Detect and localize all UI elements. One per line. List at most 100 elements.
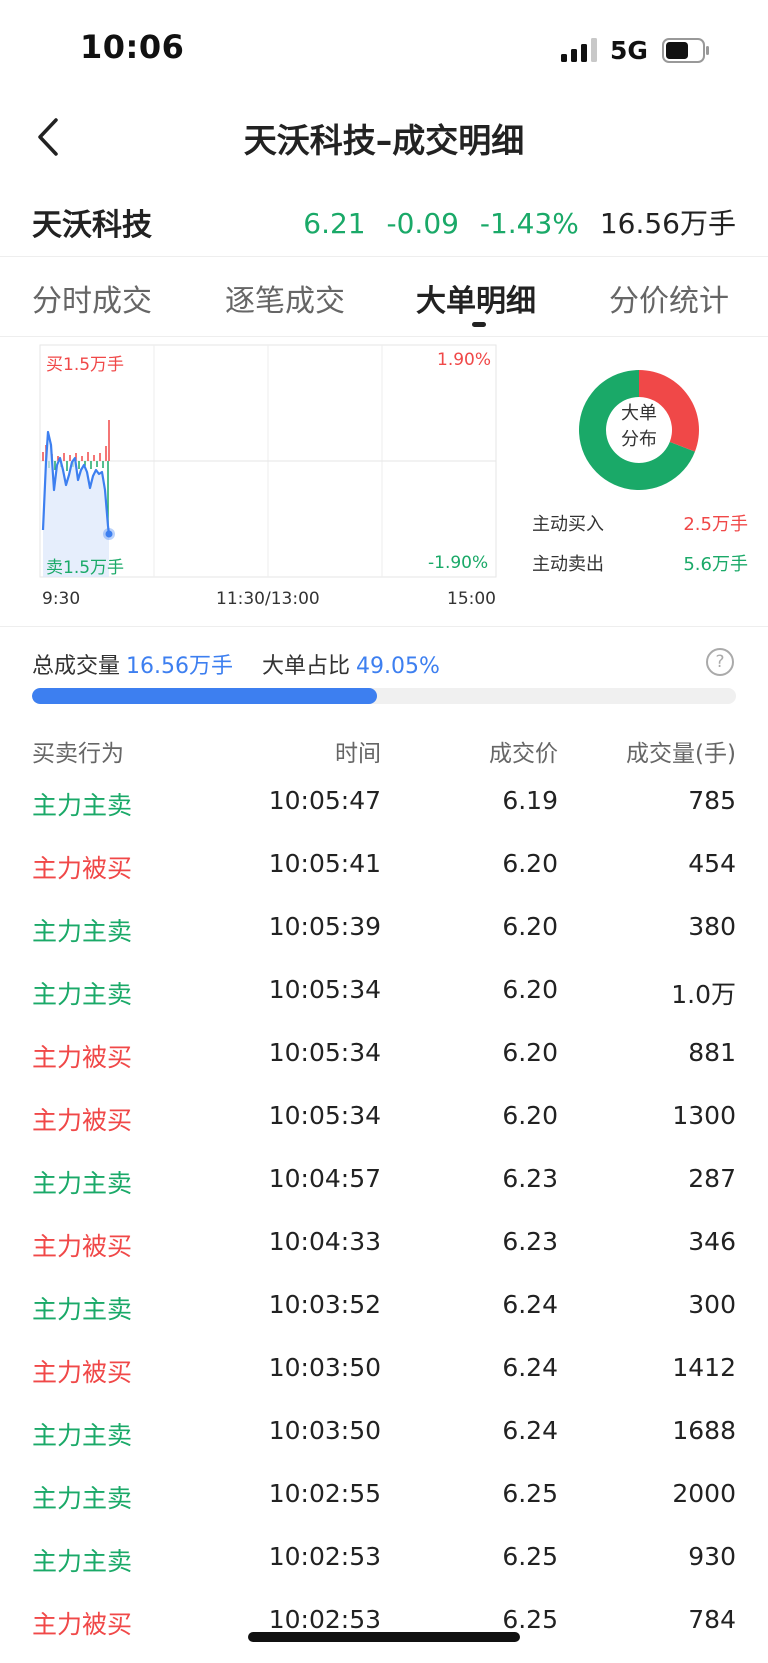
help-icon[interactable]: ? bbox=[706, 648, 734, 676]
legend-buy-label: 主动买入 bbox=[532, 514, 604, 535]
trade-action: 主力主卖 bbox=[32, 1295, 133, 1324]
price-change: -0.09 bbox=[386, 207, 459, 240]
trade-time: 10:02:53 bbox=[268, 1605, 381, 1634]
table-header: 买卖行为 时间 成交价 成交量(手) bbox=[0, 730, 768, 770]
tab-price-stats[interactable]: 分价统计 bbox=[609, 276, 729, 320]
sell-volume-label: 卖1.5万手 bbox=[46, 558, 125, 578]
table-row[interactable]: 主力主卖 10:05:34 6.20 1.0万 bbox=[0, 961, 768, 1024]
large-order-ratio-value: 49.05% bbox=[356, 654, 440, 679]
divider bbox=[0, 336, 768, 337]
trade-time: 10:05:34 bbox=[268, 975, 381, 1004]
trade-time: 10:02:55 bbox=[268, 1479, 381, 1508]
status-time: 10:06 bbox=[80, 28, 185, 66]
trade-action: 主力被买 bbox=[32, 1358, 133, 1387]
trade-price: 6.25 bbox=[502, 1542, 558, 1571]
trade-action: 主力被买 bbox=[32, 1232, 133, 1261]
trade-volume: 784 bbox=[688, 1605, 736, 1634]
trade-time: 10:04:57 bbox=[268, 1164, 381, 1193]
header-action: 买卖行为 bbox=[32, 741, 124, 767]
trade-price: 6.19 bbox=[502, 786, 558, 815]
trade-time: 10:05:34 bbox=[268, 1101, 381, 1130]
large-order-ratio-bar bbox=[32, 688, 736, 704]
stock-price: 6.21 bbox=[303, 207, 366, 240]
table-row[interactable]: 主力主卖 10:03:50 6.24 1688 bbox=[0, 1402, 768, 1465]
signal-icon bbox=[561, 38, 597, 62]
trade-action: 主力主卖 bbox=[32, 1421, 133, 1450]
table-row[interactable]: 主力主卖 10:03:52 6.24 300 bbox=[0, 1276, 768, 1339]
table-row[interactable]: 主力主卖 10:04:57 6.23 287 bbox=[0, 1150, 768, 1213]
x-axis-start: 9:30 bbox=[42, 589, 81, 609]
legend-sell-label: 主动卖出 bbox=[532, 554, 604, 575]
table-row[interactable]: 主力主卖 10:05:39 6.20 380 bbox=[0, 898, 768, 961]
table-row[interactable]: 主力被买 10:05:34 6.20 1300 bbox=[0, 1087, 768, 1150]
trade-price: 6.23 bbox=[502, 1227, 558, 1256]
trade-price: 6.25 bbox=[502, 1605, 558, 1634]
current-price-dot bbox=[105, 530, 113, 538]
tab-tick-trades[interactable]: 逐笔成交 bbox=[225, 276, 345, 320]
header-price: 成交价 bbox=[489, 741, 558, 767]
donut-center-line2: 分布 bbox=[621, 429, 657, 450]
trade-time: 10:03:52 bbox=[268, 1290, 381, 1319]
total-volume-value: 16.56万手 bbox=[126, 654, 233, 679]
trade-volume: 454 bbox=[688, 849, 736, 878]
large-order-chart: 买1.5万手 1.90% 卖1.5万手 -1.90% 9:30 11:30/13… bbox=[0, 340, 768, 620]
x-axis-mid: 11:30/13:00 bbox=[216, 589, 320, 609]
status-bar: 10:06 5G bbox=[0, 0, 768, 100]
table-row[interactable]: 主力被买 10:03:50 6.24 1412 bbox=[0, 1339, 768, 1402]
donut-center-label: 大单 分布 bbox=[574, 401, 704, 453]
trade-action: 主力主卖 bbox=[32, 1547, 133, 1576]
tab-large-orders[interactable]: 大单明细 bbox=[416, 276, 536, 320]
trade-volume: 1300 bbox=[672, 1101, 736, 1130]
tab-time-share-trades[interactable]: 分时成交 bbox=[32, 276, 152, 320]
trade-volume: 287 bbox=[688, 1164, 736, 1193]
distribution-donut: 大单 分布 bbox=[574, 365, 704, 495]
ratio-bar-fill bbox=[32, 688, 378, 704]
trade-list: 主力主卖 10:05:47 6.19 785 主力被买 10:05:41 6.20 454 主力… bbox=[0, 772, 768, 1654]
trade-volume: 785 bbox=[688, 786, 736, 815]
legend-sell: 主动卖出 5.6万手 bbox=[532, 550, 748, 576]
trade-price: 6.24 bbox=[502, 1353, 558, 1382]
trade-action: 主力被买 bbox=[32, 1106, 133, 1135]
trade-volume: 2000 bbox=[672, 1479, 736, 1508]
table-row[interactable]: 主力被买 10:04:33 6.23 346 bbox=[0, 1213, 768, 1276]
header-volume: 成交量(手) bbox=[626, 741, 736, 767]
donut-center-line1: 大单 bbox=[621, 403, 657, 424]
trade-action: 主力主卖 bbox=[32, 917, 133, 946]
trade-price: 6.20 bbox=[502, 1038, 558, 1067]
table-row[interactable]: 主力主卖 10:02:55 6.25 2000 bbox=[0, 1465, 768, 1528]
trade-volume: 1688 bbox=[672, 1416, 736, 1445]
active-tab-indicator bbox=[472, 322, 486, 327]
legend-sell-value: 5.6万手 bbox=[683, 554, 748, 575]
trade-time: 10:05:47 bbox=[268, 786, 381, 815]
trade-price: 6.25 bbox=[502, 1479, 558, 1508]
trade-volume: 1412 bbox=[672, 1353, 736, 1382]
trade-volume: 930 bbox=[688, 1542, 736, 1571]
trade-time: 10:03:50 bbox=[268, 1353, 381, 1382]
volume-summary: 总成交量 16.56万手 大单占比 49.05% bbox=[32, 648, 440, 680]
table-row[interactable]: 主力被买 10:02:53 6.25 784 bbox=[0, 1591, 768, 1654]
trade-time: 10:04:33 bbox=[268, 1227, 381, 1256]
trade-price: 6.20 bbox=[502, 849, 558, 878]
x-axis-end: 15:00 bbox=[447, 589, 496, 609]
pct-top-label: 1.90% bbox=[437, 350, 492, 370]
table-row[interactable]: 主力被买 10:05:41 6.20 454 bbox=[0, 835, 768, 898]
table-row[interactable]: 主力主卖 10:02:53 6.25 930 bbox=[0, 1528, 768, 1591]
tab-bar: 分时成交 逐笔成交 大单明细 分价统计 bbox=[0, 258, 768, 334]
trade-volume: 380 bbox=[688, 912, 736, 941]
table-row[interactable]: 主力主卖 10:05:47 6.19 785 bbox=[0, 772, 768, 835]
trade-price: 6.24 bbox=[502, 1290, 558, 1319]
trade-action: 主力被买 bbox=[32, 1610, 133, 1639]
trade-action: 主力主卖 bbox=[32, 791, 133, 820]
trade-time: 10:05:39 bbox=[268, 912, 381, 941]
legend-buy: 主动买入 2.5万手 bbox=[532, 510, 748, 536]
trade-action: 主力主卖 bbox=[32, 980, 133, 1009]
trade-time: 10:02:53 bbox=[268, 1542, 381, 1571]
divider bbox=[0, 626, 768, 627]
large-order-ratio-label: 大单占比 bbox=[262, 654, 351, 679]
trade-volume: 1.0万 bbox=[671, 980, 736, 1009]
trade-time: 10:05:41 bbox=[268, 849, 381, 878]
page-title: 天沃科技–成交明细 bbox=[243, 121, 525, 160]
table-row[interactable]: 主力被买 10:05:34 6.20 881 bbox=[0, 1024, 768, 1087]
trade-action: 主力被买 bbox=[32, 854, 133, 883]
battery-icon bbox=[662, 38, 709, 63]
